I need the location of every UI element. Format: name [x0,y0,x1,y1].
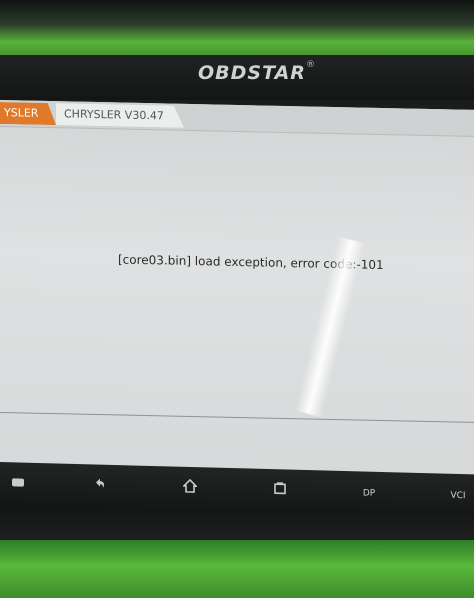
recent-apps-icon[interactable] [268,481,292,502]
brand-reg-mark: ® [306,60,315,70]
dp-button[interactable]: DP [357,483,381,504]
tab-ysler[interactable]: YSLER [0,102,56,125]
window-icon-svg [12,478,24,487]
brand-logo: OBDSTAR [198,62,306,84]
recent-apps-icon-svg [274,482,286,495]
device-bezel-bottom [0,540,474,598]
device-lower-frame [0,510,474,544]
home-icon-svg [182,478,198,493]
device-bezel-top [0,0,474,60]
device-screen: YSLER CHRYSLER V30.47 [core03.bin] load … [0,100,474,490]
tab-chrysler[interactable]: CHRYSLER V30.47 [56,103,184,128]
error-message: [core03.bin] load exception, error code:… [118,252,384,273]
back-arrow-icon[interactable] [88,476,112,497]
tab-bar: YSLER CHRYSLER V30.47 [0,100,474,137]
back-arrow-icon-svg [96,478,104,488]
window-icon[interactable] [6,474,30,495]
vci-button[interactable]: VCI [446,486,470,507]
home-icon[interactable] [178,478,202,500]
content-divider [0,412,474,423]
